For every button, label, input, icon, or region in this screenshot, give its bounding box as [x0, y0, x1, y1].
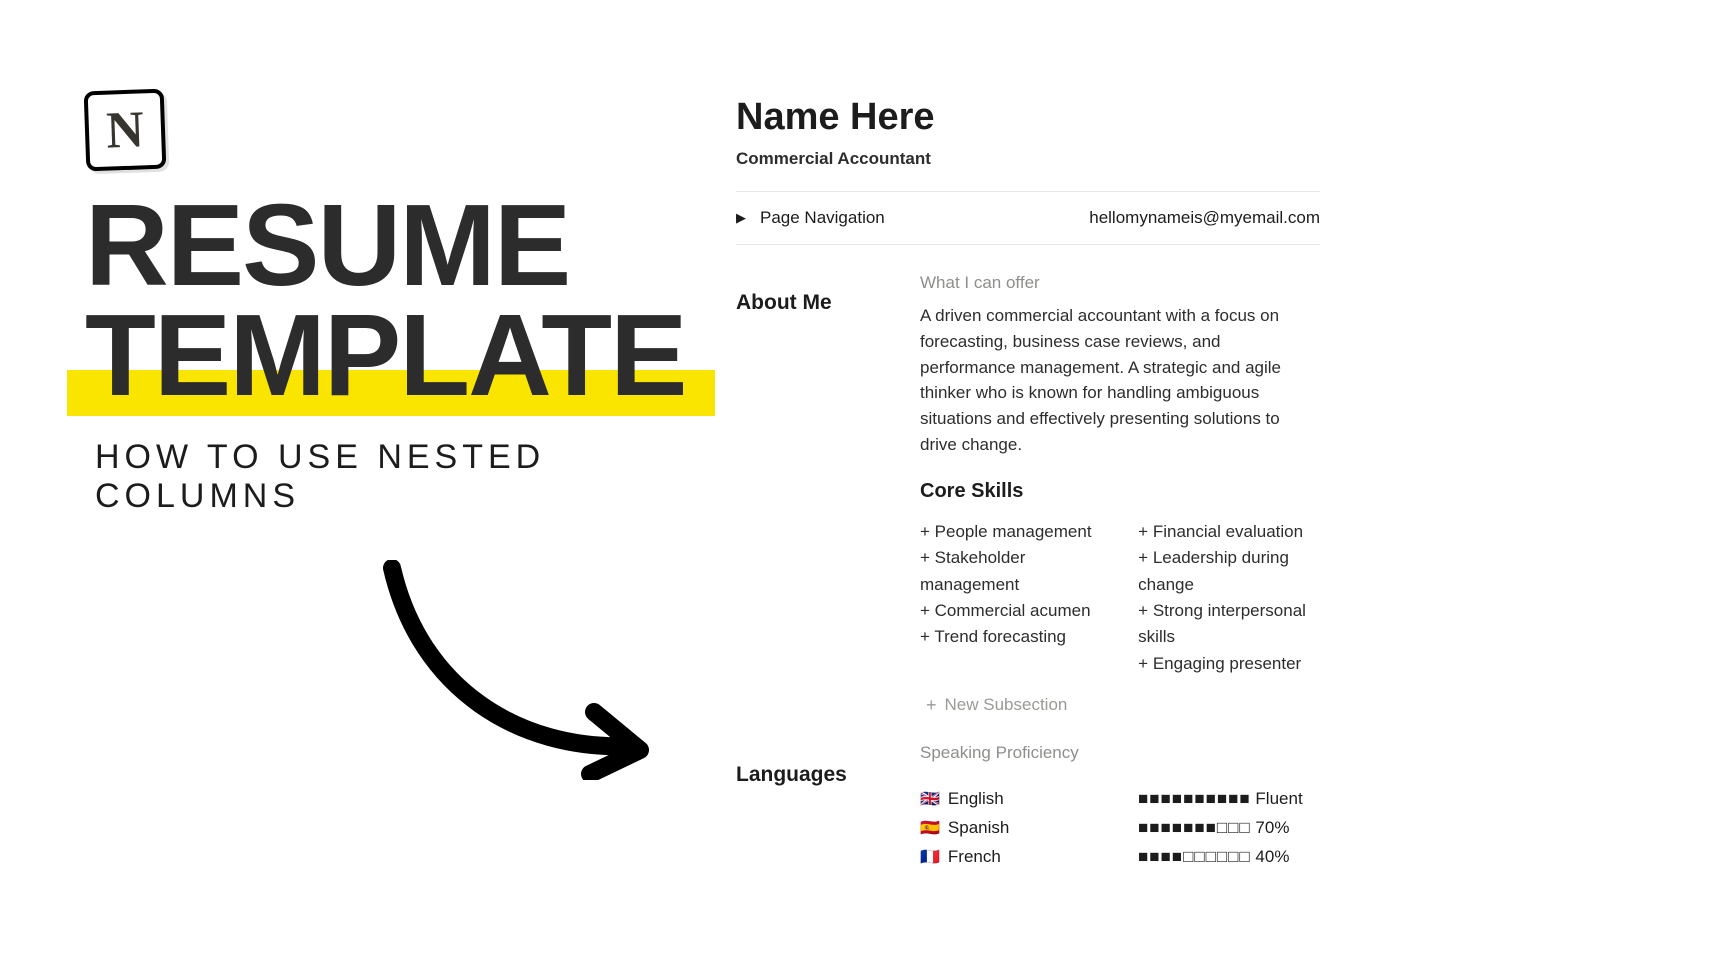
promo-title-line2: TEMPLATE [85, 300, 685, 410]
flag-gb-icon: 🇬🇧 [920, 791, 940, 808]
language-name: Spanish [948, 818, 1009, 837]
skills-columns: People management Stakeholder management… [920, 519, 1320, 677]
flag-fr-icon: 🇫🇷 [920, 849, 940, 866]
email-text[interactable]: hellomynameis@myemail.com [1089, 208, 1320, 228]
progress-blocks: ■■■■■■■■■■ [1138, 789, 1251, 808]
progress-blocks: ■■■■□□□□□□ [1138, 847, 1251, 866]
plus-icon: + [926, 696, 937, 714]
about-me-label: About Me [736, 291, 894, 315]
list-item[interactable]: Engaging presenter [1138, 651, 1320, 677]
language-item[interactable]: 🇫🇷 French [920, 843, 1100, 872]
about-paragraph[interactable]: A driven commercial accountant with a fo… [920, 303, 1320, 458]
proficiency-item: ■■■■■■■■■■ Fluent [1138, 785, 1303, 814]
list-item[interactable]: Strong interpersonal skills [1138, 598, 1320, 651]
languages-grid: 🇬🇧 English 🇪🇸 Spanish 🇫🇷 French ■■■■■■■■■■ … [920, 785, 1320, 872]
list-item[interactable]: Commercial acumen [920, 598, 1100, 624]
speaking-proficiency-caption: Speaking Proficiency [920, 743, 1320, 763]
page-navigation-label: Page Navigation [760, 208, 885, 228]
page-title[interactable]: Name Here [736, 96, 1320, 139]
skills-list-left: People management Stakeholder management… [920, 519, 1100, 677]
progress-blocks: ■■■■■■■□□□ [1138, 818, 1251, 837]
about-row: About Me What I can offer A driven comme… [736, 273, 1320, 715]
languages-label: Languages [736, 763, 894, 787]
what-i-can-offer-caption: What I can offer [920, 273, 1320, 293]
list-item[interactable]: Financial evaluation [1138, 519, 1320, 545]
triangle-right-icon: ▶ [736, 210, 746, 226]
page-navigation-toggle[interactable]: ▶ Page Navigation [736, 208, 885, 228]
proficiency-value: Fluent [1255, 789, 1302, 808]
header-row: ▶ Page Navigation hellomynameis@myemail.… [736, 192, 1320, 244]
language-name: French [948, 847, 1001, 866]
proficiency-value: 40% [1255, 847, 1289, 866]
new-subsection-button[interactable]: + New Subsection [920, 695, 1320, 715]
core-skills-heading: Core Skills [920, 480, 1320, 503]
proficiency-item: ■■■■□□□□□□ 40% [1138, 843, 1303, 872]
curved-arrow-icon [380, 560, 660, 780]
languages-row: Languages Speaking Proficiency 🇬🇧 English… [736, 743, 1320, 872]
skills-list-right: Financial evaluation Leadership during c… [1138, 519, 1320, 677]
notion-logo-icon: N [84, 89, 167, 172]
divider [736, 244, 1320, 245]
language-proficiency-col: ■■■■■■■■■■ Fluent ■■■■■■■□□□ 70% ■■■■□□□… [1138, 785, 1303, 872]
promo-title: RESUME TEMPLATE [85, 190, 685, 410]
language-item[interactable]: 🇪🇸 Spanish [920, 814, 1100, 843]
promo-panel: N RESUME TEMPLATE HOW TO USE NESTED COLU… [85, 90, 685, 516]
page-subtitle[interactable]: Commercial Accountant [736, 149, 1320, 169]
promo-subtitle: HOW TO USE NESTED COLUMNS [95, 438, 685, 516]
language-names-col: 🇬🇧 English 🇪🇸 Spanish 🇫🇷 French [920, 785, 1100, 872]
list-item[interactable]: Stakeholder management [920, 545, 1100, 598]
list-item[interactable]: People management [920, 519, 1100, 545]
list-item[interactable]: Leadership during change [1138, 545, 1320, 598]
notion-page: Name Here Commercial Accountant ▶ Page N… [736, 96, 1320, 872]
language-name: English [948, 789, 1004, 808]
flag-es-icon: 🇪🇸 [920, 820, 940, 837]
proficiency-item: ■■■■■■■□□□ 70% [1138, 814, 1303, 843]
proficiency-value: 70% [1255, 818, 1289, 837]
list-item[interactable]: Trend forecasting [920, 624, 1100, 650]
language-item[interactable]: 🇬🇧 English [920, 785, 1100, 814]
new-subsection-label: New Subsection [945, 695, 1068, 715]
